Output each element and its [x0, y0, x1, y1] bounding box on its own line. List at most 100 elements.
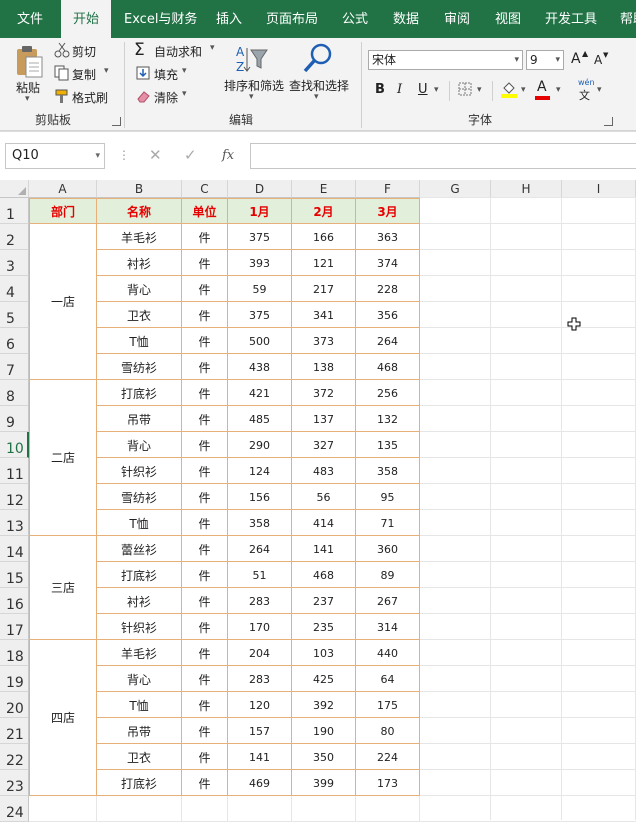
copy-icon[interactable] — [54, 65, 70, 81]
table-cell[interactable]: 衬衫 — [97, 250, 182, 276]
table-cell[interactable]: 373 — [292, 328, 356, 354]
table-cell[interactable]: 314 — [356, 614, 420, 640]
table-cell[interactable]: 蕾丝衫 — [97, 536, 182, 562]
ribbon-tab[interactable]: 视图 — [495, 0, 521, 38]
row-header[interactable]: 20 — [0, 692, 29, 718]
table-cell[interactable]: 雪纺衫 — [97, 354, 182, 380]
table-cell[interactable]: 393 — [228, 250, 292, 276]
ribbon-tab[interactable]: 插入 — [216, 0, 242, 38]
table-cell[interactable]: 吊带 — [97, 406, 182, 432]
table-cell[interactable]: 469 — [228, 770, 292, 796]
row-header[interactable]: 14 — [0, 536, 29, 562]
table-cell[interactable]: 51 — [228, 562, 292, 588]
table-cell[interactable]: 392 — [292, 692, 356, 718]
table-cell[interactable]: 件 — [182, 718, 228, 744]
row-header[interactable]: 19 — [0, 666, 29, 692]
column-header[interactable]: I — [562, 180, 636, 198]
autosum-dropdown-icon[interactable]: ▾ — [210, 43, 215, 53]
table-cell[interactable]: T恤 — [97, 510, 182, 536]
table-cell[interactable]: 350 — [292, 744, 356, 770]
column-header[interactable]: C — [182, 180, 228, 198]
table-cell[interactable]: 264 — [228, 536, 292, 562]
table-cell[interactable]: 356 — [356, 302, 420, 328]
column-header[interactable]: E — [292, 180, 356, 198]
ribbon-tab[interactable]: 帮助 — [620, 0, 636, 38]
cut-button[interactable]: 剪切 — [72, 43, 96, 60]
ribbon-tab[interactable]: 审阅 — [444, 0, 470, 38]
row-header[interactable]: 5 — [0, 302, 29, 328]
table-cell[interactable]: 204 — [228, 640, 292, 666]
font-name-select[interactable]: 宋体 ▾ — [368, 50, 523, 70]
enter-icon[interactable]: ✓ — [184, 146, 197, 164]
paste-icon[interactable] — [14, 44, 44, 78]
table-cell[interactable]: 217 — [292, 276, 356, 302]
table-cell[interactable]: 421 — [228, 380, 292, 406]
fill-dropdown-icon[interactable]: ▾ — [182, 66, 187, 76]
table-cell[interactable]: 283 — [228, 666, 292, 692]
phonetic-dropdown-icon[interactable]: ▾ — [597, 85, 602, 95]
table-cell[interactable]: 166 — [292, 224, 356, 250]
table-cell[interactable]: 件 — [182, 562, 228, 588]
row-header[interactable]: 11 — [0, 458, 29, 484]
row-header[interactable]: 10 — [0, 432, 29, 458]
table-cell[interactable]: 485 — [228, 406, 292, 432]
table-header-cell[interactable]: 1月 — [228, 198, 292, 224]
column-header[interactable]: A — [29, 180, 97, 198]
font-size-select[interactable]: 9 ▾ — [526, 50, 564, 70]
table-cell[interactable]: 件 — [182, 354, 228, 380]
paste-dropdown-icon[interactable]: ▾ — [25, 94, 30, 104]
table-cell[interactable]: 468 — [292, 562, 356, 588]
cancel-icon[interactable]: ✕ — [149, 146, 162, 164]
table-cell[interactable]: 124 — [228, 458, 292, 484]
table-header-cell[interactable]: 名称 — [97, 198, 182, 224]
row-header[interactable]: 1 — [0, 198, 29, 224]
cut-icon[interactable] — [54, 42, 70, 58]
table-cell[interactable]: 440 — [356, 640, 420, 666]
row-header[interactable]: 7 — [0, 354, 29, 380]
table-cell[interactable]: 137 — [292, 406, 356, 432]
table-cell[interactable]: 132 — [356, 406, 420, 432]
table-cell[interactable]: 件 — [182, 510, 228, 536]
table-cell[interactable]: 件 — [182, 744, 228, 770]
table-header-cell[interactable]: 2月 — [292, 198, 356, 224]
row-header[interactable]: 18 — [0, 640, 29, 666]
sort-dropdown-icon[interactable]: ▾ — [249, 92, 254, 102]
shrink-font-button[interactable]: A — [594, 53, 602, 67]
phonetic-label[interactable]: wén — [578, 78, 595, 87]
table-cell[interactable]: 打底衫 — [97, 770, 182, 796]
italic-button[interactable]: I — [397, 82, 402, 97]
table-cell[interactable]: 414 — [292, 510, 356, 536]
font-color-dropdown-icon[interactable]: ▾ — [556, 85, 561, 95]
row-header[interactable]: 12 — [0, 484, 29, 510]
format-painter-button[interactable]: 格式刷 — [72, 89, 108, 106]
clear-button[interactable]: 清除 — [154, 89, 178, 106]
fill-icon[interactable] — [136, 66, 150, 80]
table-cell[interactable]: 件 — [182, 458, 228, 484]
table-cell[interactable]: 件 — [182, 224, 228, 250]
table-cell[interactable]: 425 — [292, 666, 356, 692]
row-header[interactable]: 8 — [0, 380, 29, 406]
table-cell[interactable]: 打底衫 — [97, 380, 182, 406]
table-header-cell[interactable]: 部门 — [29, 198, 97, 224]
table-cell[interactable]: 衬衫 — [97, 588, 182, 614]
row-header[interactable]: 16 — [0, 588, 29, 614]
table-cell[interactable]: 360 — [356, 536, 420, 562]
table-cell[interactable]: 针织衫 — [97, 614, 182, 640]
copy-dropdown-icon[interactable]: ▾ — [104, 66, 109, 76]
row-header[interactable]: 2 — [0, 224, 29, 250]
fill-color-dropdown-icon[interactable]: ▾ — [521, 85, 526, 95]
find-select-button[interactable]: 查找和选择 — [289, 77, 349, 94]
table-cell[interactable]: 173 — [356, 770, 420, 796]
insert-function-icon[interactable]: fx — [222, 148, 234, 163]
table-header-cell[interactable]: 3月 — [356, 198, 420, 224]
table-cell[interactable]: 背心 — [97, 276, 182, 302]
table-cell[interactable]: 71 — [356, 510, 420, 536]
underline-dropdown-icon[interactable]: ▾ — [434, 85, 439, 95]
table-cell[interactable]: 175 — [356, 692, 420, 718]
table-cell[interactable]: 件 — [182, 666, 228, 692]
table-cell[interactable]: 358 — [228, 510, 292, 536]
row-header[interactable]: 4 — [0, 276, 29, 302]
sort-filter-icon[interactable]: A Z — [234, 44, 268, 74]
formula-bar-grip-icon[interactable]: ⋮ — [118, 148, 130, 162]
table-cell[interactable]: 157 — [228, 718, 292, 744]
